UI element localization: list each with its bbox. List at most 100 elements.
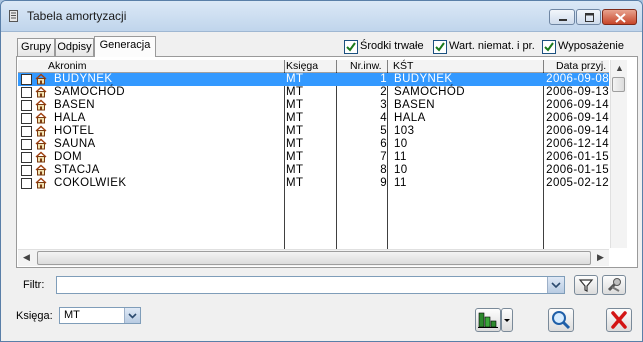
checkbox[interactable] — [433, 40, 447, 54]
horizontal-scrollbar[interactable]: ◀ ▶ — [18, 249, 609, 266]
house-icon — [35, 138, 47, 150]
row-checkbox[interactable] — [21, 113, 32, 124]
cell-kst: 103 — [394, 125, 415, 137]
house-icon — [35, 86, 47, 98]
col-header-ksiega[interactable]: Księga — [286, 60, 318, 72]
cell-nr: 6 — [380, 138, 387, 150]
col-header-kst[interactable]: KŚT — [393, 60, 413, 72]
vertical-scrollbar[interactable]: ▲ — [610, 60, 627, 248]
table-row[interactable]: BASEN MT 3 BASEN 2006-09-14 — [18, 99, 609, 112]
row-checkbox[interactable] — [21, 178, 32, 189]
cell-ksiega: MT — [286, 138, 304, 150]
ksiega-dropdown-button[interactable] — [124, 308, 140, 323]
close-window-button[interactable] — [602, 9, 637, 25]
app-icon — [9, 10, 18, 22]
ksiega-select[interactable]: MT — [59, 307, 141, 324]
generate-dropdown-button[interactable] — [501, 308, 513, 332]
house-icon — [35, 99, 47, 111]
row-checkbox[interactable] — [21, 87, 32, 98]
cell-nr: 5 — [380, 125, 387, 137]
table-row[interactable]: HALA MT 4 HALA 2006-09-14 — [18, 112, 609, 125]
table-row[interactable]: DOM MT 7 11 2006-01-15 — [18, 151, 609, 164]
cell-ksiega: MT — [286, 86, 304, 98]
scroll-right-icon[interactable]: ▶ — [597, 252, 604, 263]
filter-input[interactable] — [56, 276, 565, 294]
filter-tools-button[interactable] — [602, 275, 626, 295]
checkbox[interactable] — [542, 40, 556, 54]
row-checkbox[interactable] — [21, 100, 32, 111]
vertical-scroll-thumb[interactable] — [612, 77, 625, 92]
checkmark-icon — [544, 42, 554, 52]
row-checkbox[interactable] — [21, 165, 32, 176]
col-header-nrinw[interactable]: Nr.inw. — [350, 60, 382, 72]
close-button[interactable] — [606, 308, 632, 332]
cell-data: 2006-12-14 — [546, 138, 609, 150]
filter-dropdown-button[interactable] — [547, 277, 564, 293]
assets-table: Akronim Księga Nr.inw. KŚT Data przyj. B… — [18, 60, 609, 250]
cell-data: 2006-09-08 — [546, 73, 609, 85]
cell-data: 2006-09-14 — [546, 99, 609, 111]
title-bar[interactable]: Tabela amortyzacji — [1, 1, 642, 32]
scroll-left-icon[interactable]: ◀ — [23, 252, 30, 263]
generate-button[interactable] — [475, 308, 501, 332]
cell-ksiega: MT — [286, 164, 304, 176]
col-header-akronim[interactable]: Akronim — [48, 60, 87, 72]
checkbox-label: Wart. niemat. i pr. — [449, 40, 535, 52]
horizontal-scroll-thumb[interactable] — [37, 251, 591, 265]
close-icon — [615, 13, 626, 23]
cell-data: 2005-02-12 — [546, 177, 609, 189]
search-button[interactable] — [548, 308, 574, 332]
tab-odpisy[interactable]: Odpisy — [55, 38, 94, 56]
cell-ksiega: MT — [286, 112, 304, 124]
apply-filter-button[interactable] — [574, 275, 598, 295]
chevron-down-icon — [128, 313, 137, 319]
cell-data: 2006-09-14 — [546, 112, 609, 124]
funnel-icon — [578, 279, 594, 292]
checkmark-icon — [346, 42, 356, 52]
house-icon — [35, 151, 47, 163]
cell-akronim: HOTEL — [54, 125, 95, 137]
row-checkbox[interactable] — [21, 152, 32, 163]
maximize-icon — [585, 13, 594, 22]
chevron-down-icon — [504, 319, 510, 322]
row-checkbox[interactable] — [21, 74, 32, 85]
cell-akronim: HALA — [54, 112, 86, 124]
cell-ksiega: MT — [286, 99, 304, 111]
main-window: Tabela amortyzacji Grupy Odpisy Generacj… — [0, 0, 643, 342]
checkbox[interactable] — [344, 40, 358, 54]
table-row[interactable]: HOTEL MT 5 103 2006-09-14 — [18, 125, 609, 138]
table-row[interactable]: BUDYNEK MT 1 BUDYNEK 2006-09-08 — [18, 73, 609, 86]
cell-akronim: SAMOCHÓD — [54, 86, 125, 98]
col-header-data[interactable]: Data przyj. — [556, 60, 606, 72]
cell-kst: BUDYNEK — [394, 73, 453, 85]
magnifier-icon — [552, 311, 571, 330]
cell-kst: HALA — [394, 112, 426, 124]
minimize-button[interactable] — [549, 9, 575, 25]
cell-nr: 9 — [380, 177, 387, 189]
table-row[interactable]: STACJA MT 8 10 2006-01-15 — [18, 164, 609, 177]
house-icon — [35, 164, 47, 176]
cell-kst: BASEN — [394, 99, 435, 111]
cell-nr: 4 — [380, 112, 387, 124]
maximize-button[interactable] — [576, 9, 601, 25]
table-row[interactable]: COKOLWIEK MT 9 11 2005-02-12 — [18, 177, 609, 190]
row-checkbox[interactable] — [21, 139, 32, 150]
table-row[interactable]: SAUNA MT 6 10 2006-12-14 — [18, 138, 609, 151]
ksiega-value: MT — [64, 309, 80, 321]
tab-grupy[interactable]: Grupy — [17, 38, 55, 56]
checkbox-label: Środki trwałe — [360, 40, 424, 52]
row-checkbox[interactable] — [21, 126, 32, 137]
cell-ksiega: MT — [286, 73, 304, 85]
minimize-icon — [559, 19, 567, 21]
house-icon — [35, 177, 47, 189]
scroll-up-icon[interactable]: ▲ — [615, 63, 624, 73]
house-icon — [35, 73, 47, 85]
wrench-icon — [607, 278, 621, 292]
cell-akronim: DOM — [54, 151, 83, 163]
ksiega-label: Księga: — [16, 310, 53, 322]
cell-nr: 8 — [380, 164, 387, 176]
chevron-down-icon — [551, 282, 561, 289]
table-row[interactable]: SAMOCHÓD MT 2 SAMOCHÓD 2006-09-13 — [18, 86, 609, 99]
tab-generacja[interactable]: Generacja — [94, 36, 156, 57]
cell-nr: 3 — [380, 99, 387, 111]
